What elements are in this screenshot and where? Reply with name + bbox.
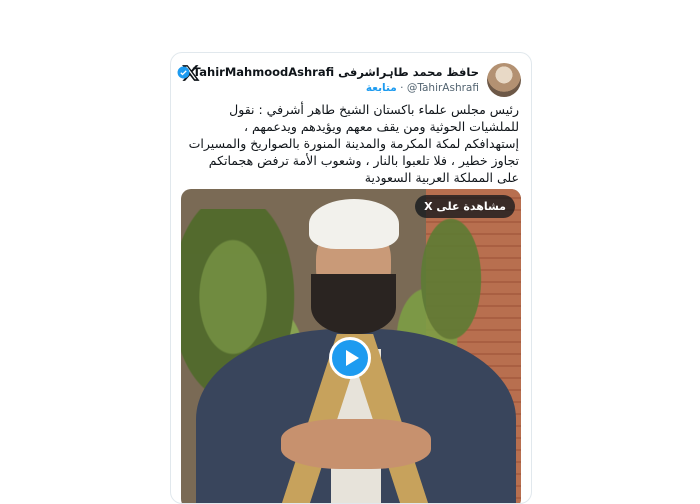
- display-name[interactable]: TahirMahmoodAshrafi حافظ محمد طاہراشرفی: [193, 65, 479, 79]
- avatar[interactable]: [487, 63, 521, 97]
- tweet-card[interactable]: TahirMahmoodAshrafi حافظ محمد طاہراشرفی …: [170, 52, 532, 504]
- tweet-line: تجاوز خطير ، فلا تلعبوا بالنار ، وشعوب ا…: [208, 153, 519, 168]
- tweet-line: رئيس مجلس علماء باكستان الشيخ طاهر أشرفي…: [229, 102, 519, 117]
- play-icon: [346, 350, 359, 366]
- speaker-beard: [311, 274, 396, 334]
- play-button[interactable]: [329, 337, 371, 379]
- speaker-hands: [281, 419, 431, 469]
- speaker-turban: [309, 199, 399, 249]
- author-block: TahirMahmoodAshrafi حافظ محمد طاہراشرفی …: [177, 65, 479, 94]
- tweet-line: إستهدافكم لمكة المكرمة والمدينة المنورة …: [188, 136, 519, 151]
- tweet-line: للملشيات الحوثية ومن يقف معهم ويؤيدهم وي…: [244, 119, 519, 134]
- handle[interactable]: @TahirAshrafi: [407, 82, 479, 94]
- separator-dot: ·: [400, 82, 404, 94]
- follow-link[interactable]: متابعة: [366, 82, 397, 94]
- watch-on-x-button[interactable]: مشاهدة على X: [415, 195, 515, 218]
- tweet-text: رئيس مجلس علماء باكستان الشيخ طاهر أشرفي…: [179, 101, 519, 186]
- verified-badge-icon: [177, 66, 190, 78]
- video-media[interactable]: مشاهدة على X: [181, 189, 521, 503]
- tweet-line: على المملكة العربية السعودية: [364, 170, 519, 185]
